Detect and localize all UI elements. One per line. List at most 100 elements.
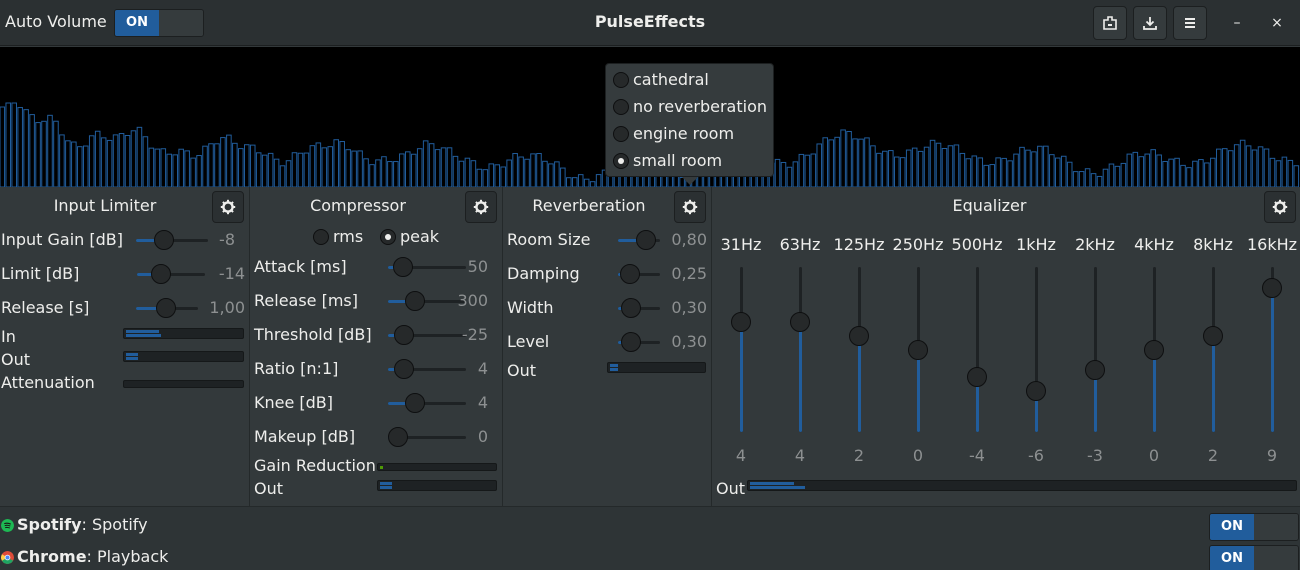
spectrum-bar	[1072, 171, 1079, 187]
equalizer-output-meter	[747, 480, 1297, 491]
eq-band-value: 4	[735, 446, 747, 465]
slider-knob[interactable]	[1262, 277, 1282, 298]
eq-band-value: 2	[853, 446, 865, 465]
slider-knob[interactable]	[154, 230, 175, 250]
preset-small-room[interactable]: small room	[613, 149, 773, 173]
spectrum-bar	[1037, 145, 1043, 187]
chrome-enable-switch[interactable]: ON	[1209, 545, 1299, 570]
slider-knob[interactable]	[849, 325, 869, 346]
slider-knob[interactable]	[731, 312, 751, 332]
close-button[interactable]: ×	[1264, 10, 1290, 36]
slider-knob[interactable]	[1144, 339, 1164, 360]
spectrum-bar	[929, 139, 936, 187]
slider-knob[interactable]	[620, 298, 641, 318]
spectrum-bar	[1245, 145, 1252, 187]
spectrum-bar	[1120, 162, 1127, 187]
limit-value: -14	[218, 264, 245, 283]
spectrum-bar	[82, 145, 89, 187]
eq-band-slider[interactable]	[1202, 267, 1224, 432]
spectrum-bar	[894, 156, 900, 187]
slider-knob[interactable]	[404, 393, 425, 413]
slider-knob[interactable]	[155, 298, 176, 318]
preset-radio[interactable]	[613, 72, 629, 88]
release-slider[interactable]	[136, 297, 198, 319]
eq-band-value: 4	[794, 446, 806, 465]
preset-cathedral[interactable]: cathedral	[613, 68, 773, 92]
slider-knob[interactable]	[393, 325, 414, 345]
auto-volume-switch[interactable]: ON	[114, 9, 204, 37]
minimize-button[interactable]: –	[1224, 10, 1250, 36]
slider-knob[interactable]	[388, 427, 408, 447]
eq-band-slider[interactable]	[1143, 267, 1165, 432]
out-label: Out	[1, 350, 31, 369]
eq-band-slider[interactable]	[1261, 267, 1283, 432]
preset-radio[interactable]	[613, 153, 629, 169]
switch-knob	[1254, 546, 1298, 570]
app-row-spotify: Spotify: Spotify ON	[0, 509, 1300, 541]
spectrum-bar	[577, 174, 584, 187]
in-label: In	[1, 327, 16, 346]
eq-band-slider[interactable]	[907, 267, 929, 432]
input-limiter-settings-button[interactable]	[212, 191, 244, 223]
spectrum-bar	[947, 145, 954, 187]
slider-knob[interactable]	[908, 339, 928, 360]
slider-knob[interactable]	[393, 359, 414, 379]
spectrum-bar	[130, 130, 137, 187]
peak-radio[interactable]	[380, 229, 396, 245]
spectrum-bar	[965, 158, 972, 187]
spectrum-bar	[1192, 160, 1198, 187]
spectrum-bar	[1180, 164, 1186, 187]
equalizer-out-label: Out	[716, 479, 746, 498]
spectrum-bar	[184, 150, 190, 187]
spectrum-bar	[941, 147, 948, 187]
comp-makeup-value: 0	[477, 427, 488, 446]
rms-radio[interactable]	[313, 229, 329, 245]
app-name: Spotify: Spotify	[17, 515, 148, 534]
slider-knob[interactable]	[967, 367, 987, 387]
app-row-chrome: Chrome: Playback ON	[0, 541, 1300, 570]
load-preset-button[interactable]	[1133, 6, 1167, 40]
eq-band-slider[interactable]	[789, 267, 811, 432]
equalizer-settings-button[interactable]	[1264, 191, 1296, 223]
spectrum-bar	[1162, 160, 1168, 187]
header-bar: Auto Volume ON PulseEffects – ×	[0, 0, 1300, 46]
input-gain-slider[interactable]	[136, 229, 208, 251]
eq-band-slider[interactable]	[1084, 267, 1106, 432]
eq-band-slider[interactable]	[848, 267, 870, 432]
slider-knob[interactable]	[151, 264, 172, 284]
compressor-settings-button[interactable]	[465, 191, 497, 223]
spectrum-bar	[94, 130, 101, 187]
main-menu-button[interactable]	[1173, 6, 1207, 40]
slider-knob[interactable]	[405, 291, 426, 311]
slider-knob[interactable]	[1085, 360, 1105, 381]
spectrum-bar	[452, 155, 459, 187]
slider-knob[interactable]	[392, 257, 413, 277]
spectrum-bar	[339, 141, 345, 187]
slider-knob[interactable]	[790, 312, 810, 332]
slider-knob[interactable]	[1026, 380, 1046, 401]
preset-label: no reverberation	[633, 97, 768, 116]
spectrum-bar	[554, 161, 560, 187]
input-limiter-title: Input Limiter	[53, 196, 157, 215]
spectrum-bar	[1043, 145, 1049, 187]
spectrum-bar	[1138, 156, 1145, 187]
preset-engine-room[interactable]: engine room	[613, 122, 773, 146]
slider-knob[interactable]	[1203, 325, 1223, 346]
spectrum-bar	[566, 177, 572, 187]
eq-band-slider[interactable]	[966, 267, 988, 432]
preset-radio[interactable]	[613, 126, 629, 142]
preset-no-reverberation[interactable]: no reverberation	[613, 95, 773, 119]
preset-radio[interactable]	[613, 99, 629, 115]
limit-slider[interactable]	[137, 263, 205, 285]
eq-band-slider[interactable]	[730, 267, 752, 432]
spectrum-bar	[118, 133, 125, 187]
spotify-enable-switch[interactable]: ON	[1209, 513, 1299, 541]
slider-knob[interactable]	[620, 332, 641, 352]
spectrum-bar	[428, 143, 435, 187]
eq-band-slider[interactable]	[1025, 267, 1047, 432]
reverberation-settings-button[interactable]	[674, 191, 706, 223]
spectrum-bar	[1007, 160, 1013, 187]
save-preset-button[interactable]	[1093, 6, 1127, 40]
spectrum-bar	[786, 166, 793, 187]
slider-knob[interactable]	[620, 264, 641, 284]
